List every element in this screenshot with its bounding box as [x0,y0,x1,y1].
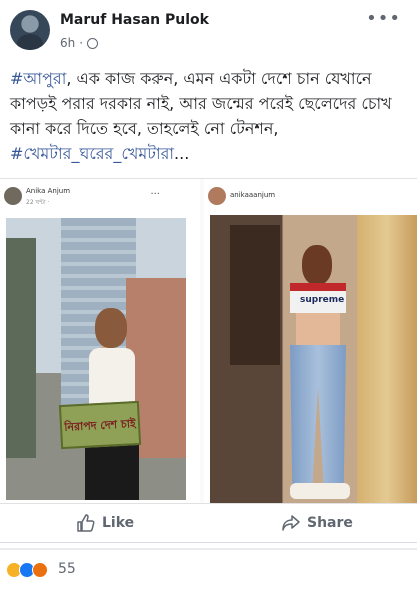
reactions-summary[interactable]: 55 [0,550,417,593]
top-print: supreme [300,295,345,305]
head [95,308,127,348]
mini-avatar [4,187,22,205]
head [302,245,332,285]
post-time[interactable]: 6h [60,36,75,50]
thumbs-up-icon [77,514,95,532]
protest-sign: নিরাপদ দেশ চাই [58,400,142,450]
mini-header: anikaaanjum [204,179,417,217]
screenshot-right: anikaaanjum supreme [204,179,417,503]
mini-more-icon: ··· [150,189,160,200]
post-text: #আপুরা, এক কাজ করুন, এমন একটা দেশে চান য… [10,66,410,166]
globe-icon [87,37,99,49]
like-label: Like [102,515,135,531]
hashtag-link[interactable]: #খেমটার_ঘরের_খেমটারা [10,144,174,163]
share-button[interactable]: Share [281,513,353,533]
building [6,238,36,458]
mini-name: Anika Anjum [26,187,71,195]
post-header: Maruf Hasan Pulok 6h · ••• [0,0,417,62]
door [230,225,280,365]
shared-image[interactable]: Anika Anjum 22 ঘন্টা · ··· নিরাপদ দেশ চা… [0,178,417,504]
person: supreme [280,245,360,503]
avatar[interactable] [10,10,50,50]
action-bar: Like Share [0,505,417,543]
share-arrow-icon [282,515,300,531]
sneakers [290,483,350,499]
post-body: , এক কাজ করুন, এমন একটা দেশে চান যেখানে … [10,69,392,138]
like-button[interactable]: Like [76,513,134,533]
meta-separator: · [79,36,84,50]
mini-header: Anika Anjum 22 ঘন্টা · ··· [0,179,200,217]
selfie-photo: supreme [210,215,417,503]
screenshot-left: Anika Anjum 22 ঘন্টা · ··· নিরাপদ দেশ চা… [0,179,200,503]
hashtag-link[interactable]: #আপুরা [10,69,66,88]
more-options-icon[interactable]: ••• [366,8,401,29]
post-meta: 6h · [60,36,99,50]
mini-username: anikaaanjum [230,191,276,199]
crop-top: supreme [290,283,346,313]
jeans [290,345,346,485]
post-card: Maruf Hasan Pulok 6h · ••• #আপুরা, এক কা… [0,0,417,548]
midriff [296,313,340,345]
protest-photo: নিরাপদ দেশ চাই [6,218,186,500]
author-name[interactable]: Maruf Hasan Pulok [60,12,209,28]
angry-icon [32,562,48,578]
mini-avatar [208,187,226,205]
see-more[interactable]: ... [174,144,189,163]
curtain-lights [357,215,417,503]
mini-time: 22 ঘন্টা · [26,199,50,206]
share-label: Share [307,515,353,531]
reaction-count: 55 [58,561,76,577]
